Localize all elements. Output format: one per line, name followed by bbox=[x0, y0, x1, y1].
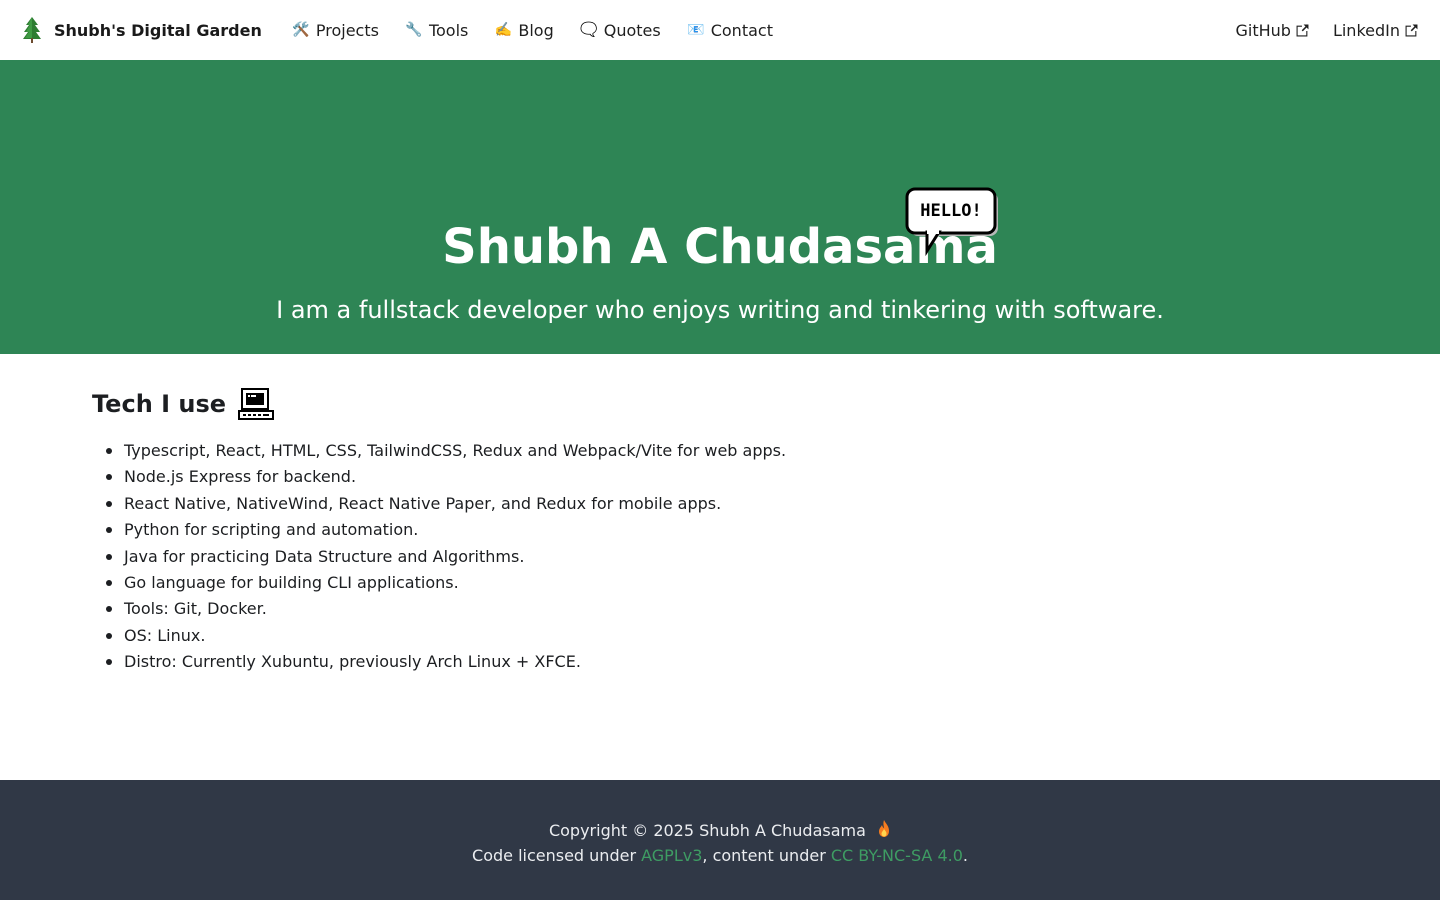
linkedin-link[interactable]: LinkedIn bbox=[1333, 21, 1418, 40]
license-suffix: . bbox=[962, 846, 968, 865]
speech-bubble-icon: 🗨️ bbox=[580, 22, 598, 38]
top-navbar: Shubh's Digital Garden 🛠️ Projects 🔧 Too… bbox=[0, 0, 1440, 60]
list-item: Node.js Express for backend. bbox=[106, 464, 1348, 490]
hero-subtitle: I am a fullstack developer who enjoys wr… bbox=[276, 296, 1164, 324]
list-item: Distro: Currently Xubuntu, previously Ar… bbox=[106, 649, 1348, 675]
nav-item-blog[interactable]: ✍️ Blog bbox=[494, 20, 554, 40]
footer-license: Code licensed under AGPLv3, content unde… bbox=[0, 845, 1440, 867]
nav-item-projects[interactable]: 🛠️ Projects bbox=[292, 21, 379, 40]
external-link-icon bbox=[1296, 24, 1309, 36]
nav-item-label: Blog bbox=[518, 20, 554, 40]
navbar-right: GitHub LinkedIn bbox=[1211, 21, 1418, 40]
list-item: React Native, NativeWind, React Native P… bbox=[106, 491, 1348, 517]
nav-item-label: Contact bbox=[710, 20, 773, 40]
nav-item-label: Quotes bbox=[603, 20, 661, 40]
section-heading-text: Tech I use bbox=[92, 390, 227, 418]
hero-title: Shubh A Chudasama bbox=[442, 219, 998, 275]
content-license-prefix: , content under bbox=[702, 846, 831, 865]
nav-item-label: Projects bbox=[315, 20, 379, 40]
github-link[interactable]: GitHub bbox=[1235, 20, 1309, 40]
brand-link[interactable]: Shubh's Digital Garden bbox=[22, 16, 262, 44]
nav-item-tools[interactable]: 🔧 Tools bbox=[405, 21, 468, 40]
nav-item-label: Tools bbox=[428, 20, 469, 40]
list-item: Tools: Git, Docker. bbox=[106, 596, 1348, 622]
list-item: Python for scripting and automation. bbox=[106, 517, 1348, 543]
list-item: Go language for building CLI application… bbox=[106, 570, 1348, 596]
cc-license-link[interactable]: CC BY-NC-SA 4.0 bbox=[831, 846, 963, 865]
list-item: Java for practicing Data Structure and A… bbox=[106, 544, 1348, 570]
code-license-prefix: Code licensed under bbox=[472, 846, 642, 865]
linkedin-label: LinkedIn bbox=[1332, 20, 1400, 40]
github-label: GitHub bbox=[1235, 20, 1291, 40]
nav-item-contact[interactable]: 📧 Contact bbox=[687, 21, 773, 40]
copyright-text: Copyright © 2025 Shubh A Chudasama bbox=[548, 821, 866, 840]
brand-title: Shubh's Digital Garden bbox=[54, 20, 262, 40]
tech-list: Typescript, React, HTML, CSS, TailwindCS… bbox=[92, 438, 1348, 676]
hero-banner: Shubh A Chudasama HELLO! I am a fullstac… bbox=[0, 60, 1440, 354]
list-item: Typescript, React, HTML, CSS, TailwindCS… bbox=[106, 438, 1348, 464]
computer-icon bbox=[238, 388, 275, 420]
footer-copyright: Copyright © 2025 Shubh A Chudasama bbox=[0, 818, 1440, 842]
external-link-icon bbox=[1405, 24, 1418, 36]
wrench-icon: 🔧 bbox=[405, 22, 423, 38]
hello-speech-bubble-icon: HELLO! bbox=[905, 187, 998, 257]
footer: Copyright © 2025 Shubh A Chudasama Code … bbox=[0, 780, 1440, 900]
bubble-text: HELLO! bbox=[920, 201, 981, 221]
navbar-left: Shubh's Digital Garden 🛠️ Projects 🔧 Too… bbox=[22, 16, 799, 44]
agpl-license-link[interactable]: AGPLv3 bbox=[641, 846, 702, 865]
list-item: OS: Linux. bbox=[106, 623, 1348, 649]
email-icon: 📧 bbox=[687, 22, 705, 38]
writing-hand-icon: ✍️ bbox=[494, 22, 513, 38]
pine-tree-icon bbox=[23, 17, 41, 43]
main-content: Tech I use Typescript, React, HTML, CSS,… bbox=[0, 354, 1440, 780]
fire-icon bbox=[879, 820, 890, 837]
section-heading: Tech I use bbox=[92, 388, 1348, 420]
tools-icon: 🛠️ bbox=[292, 22, 310, 38]
nav-item-quotes[interactable]: 🗨️ Quotes bbox=[580, 21, 661, 40]
